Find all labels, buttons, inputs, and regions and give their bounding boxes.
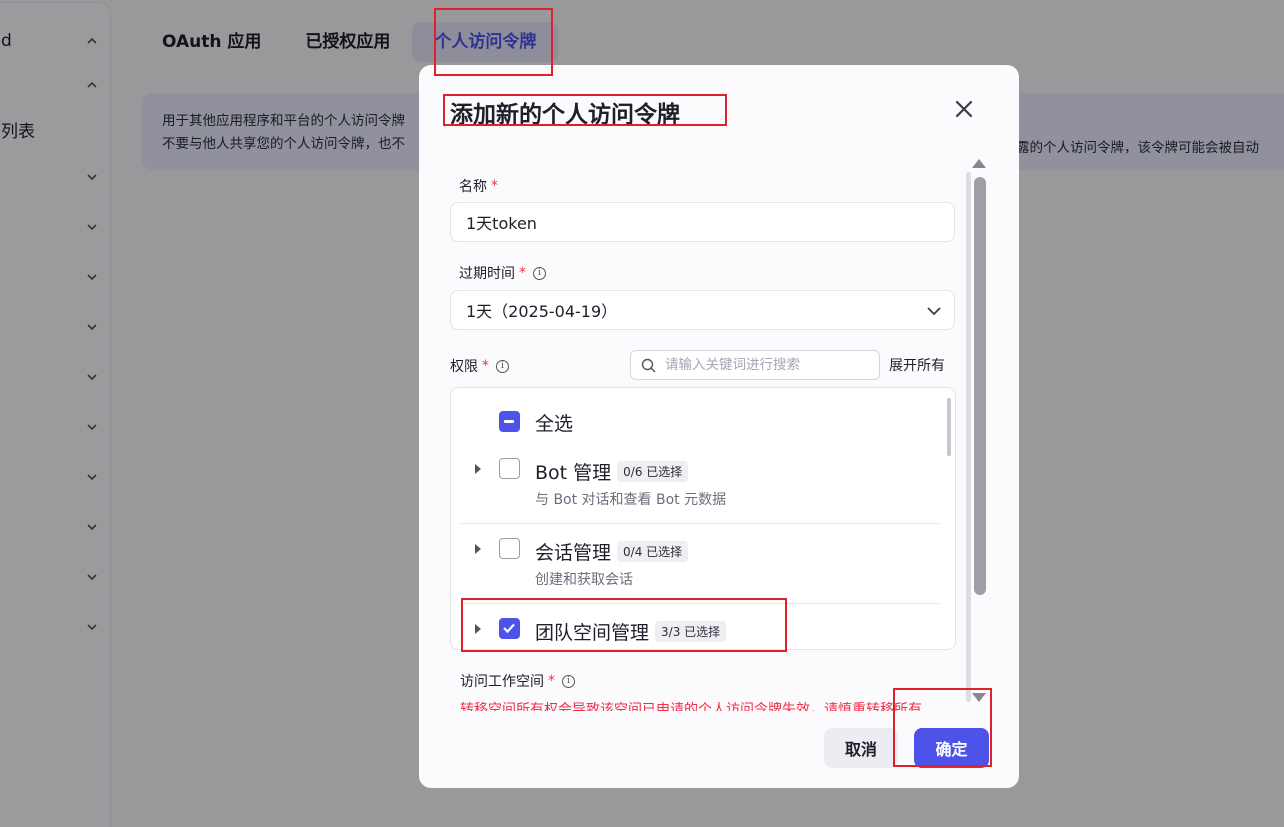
divider (461, 603, 939, 604)
caret-right-icon[interactable] (473, 623, 483, 635)
permission-checkbox[interactable] (499, 618, 520, 639)
info-icon[interactable]: i (533, 266, 546, 280)
close-icon[interactable] (951, 96, 977, 122)
warning-text: 转移空间所有权会导致该空间已申请的个人访问令牌失效，请慎重转移所有 (460, 702, 922, 711)
expiry-label: 过期时间 * i (459, 263, 546, 283)
selection-count-badge: 0/4 已选择 (617, 541, 689, 562)
select-all-checkbox[interactable] (499, 411, 520, 432)
permission-name-text: Bot 管理 (535, 462, 612, 484)
expiry-select[interactable]: 1天（2025-04-19） (450, 290, 955, 330)
cancel-button[interactable]: 取消 (824, 728, 898, 768)
check-icon (503, 623, 515, 634)
caret-right-icon[interactable] (473, 463, 483, 475)
name-label-text: 名称 (459, 179, 487, 195)
add-token-dialog: 添加新的个人访问令牌 名称 * 1天token 过期时间 * i 1天（2025-0… (419, 65, 1019, 788)
expiry-select-value: 1天（2025-04-19） (466, 302, 618, 321)
permission-search[interactable] (630, 350, 880, 380)
permission-name: 会话管理 0/4 已选择 (535, 538, 689, 565)
workspace-label-text: 访问工作空间 (460, 674, 544, 690)
chevron-down-icon (927, 307, 941, 316)
permission-label-text: 权限 (450, 359, 478, 375)
scroll-up-arrow[interactable] (972, 159, 986, 168)
search-input[interactable] (665, 357, 865, 373)
tree-scrollbar[interactable] (947, 398, 951, 456)
scroll-down-arrow[interactable] (972, 693, 986, 702)
required-mark: * (548, 673, 555, 689)
dialog-scrollbar-track (966, 172, 971, 702)
workspace-label: 访问工作空间 * i (460, 671, 575, 691)
permission-checkbox[interactable] (499, 538, 520, 559)
permission-tree: 全选 Bot 管理 0/6 已选择 与 Bot 对话和查看 Bot 元数据 会话管… (450, 387, 956, 650)
expiry-label-text: 过期时间 (459, 266, 515, 282)
caret-right-icon[interactable] (473, 543, 483, 555)
required-mark: * (519, 265, 526, 281)
select-all-label: 全选 (535, 413, 574, 435)
divider (461, 523, 939, 524)
required-mark: * (491, 178, 498, 194)
name-label: 名称 * (459, 176, 498, 196)
search-icon (641, 358, 656, 372)
permission-name: 团队空间管理 3/3 已选择 (535, 618, 727, 645)
dialog-scrollbar-thumb[interactable] (974, 177, 986, 595)
name-input[interactable]: 1天token (450, 202, 955, 242)
permission-name-text: 团队空间管理 (535, 622, 650, 644)
info-icon[interactable]: i (496, 359, 509, 373)
required-mark: * (482, 358, 489, 374)
confirm-button[interactable]: 确定 (914, 728, 989, 768)
dialog-title: 添加新的个人访问令牌 (450, 102, 680, 128)
permission-checkbox[interactable] (499, 458, 520, 479)
name-input-value: 1天token (466, 214, 537, 233)
permission-description: 与 Bot 对话和查看 Bot 元数据 (535, 492, 727, 508)
permission-name-text: 会话管理 (535, 542, 612, 564)
selection-count-badge: 0/6 已选择 (617, 461, 689, 482)
permission-description: 创建和获取会话 (535, 572, 633, 588)
permission-label: 权限 * i (450, 356, 509, 376)
selection-count-badge: 3/3 已选择 (655, 621, 727, 642)
expand-all-button[interactable]: 展开所有 (889, 355, 945, 375)
info-icon[interactable]: i (562, 674, 575, 688)
permission-name: Bot 管理 0/6 已选择 (535, 458, 689, 485)
